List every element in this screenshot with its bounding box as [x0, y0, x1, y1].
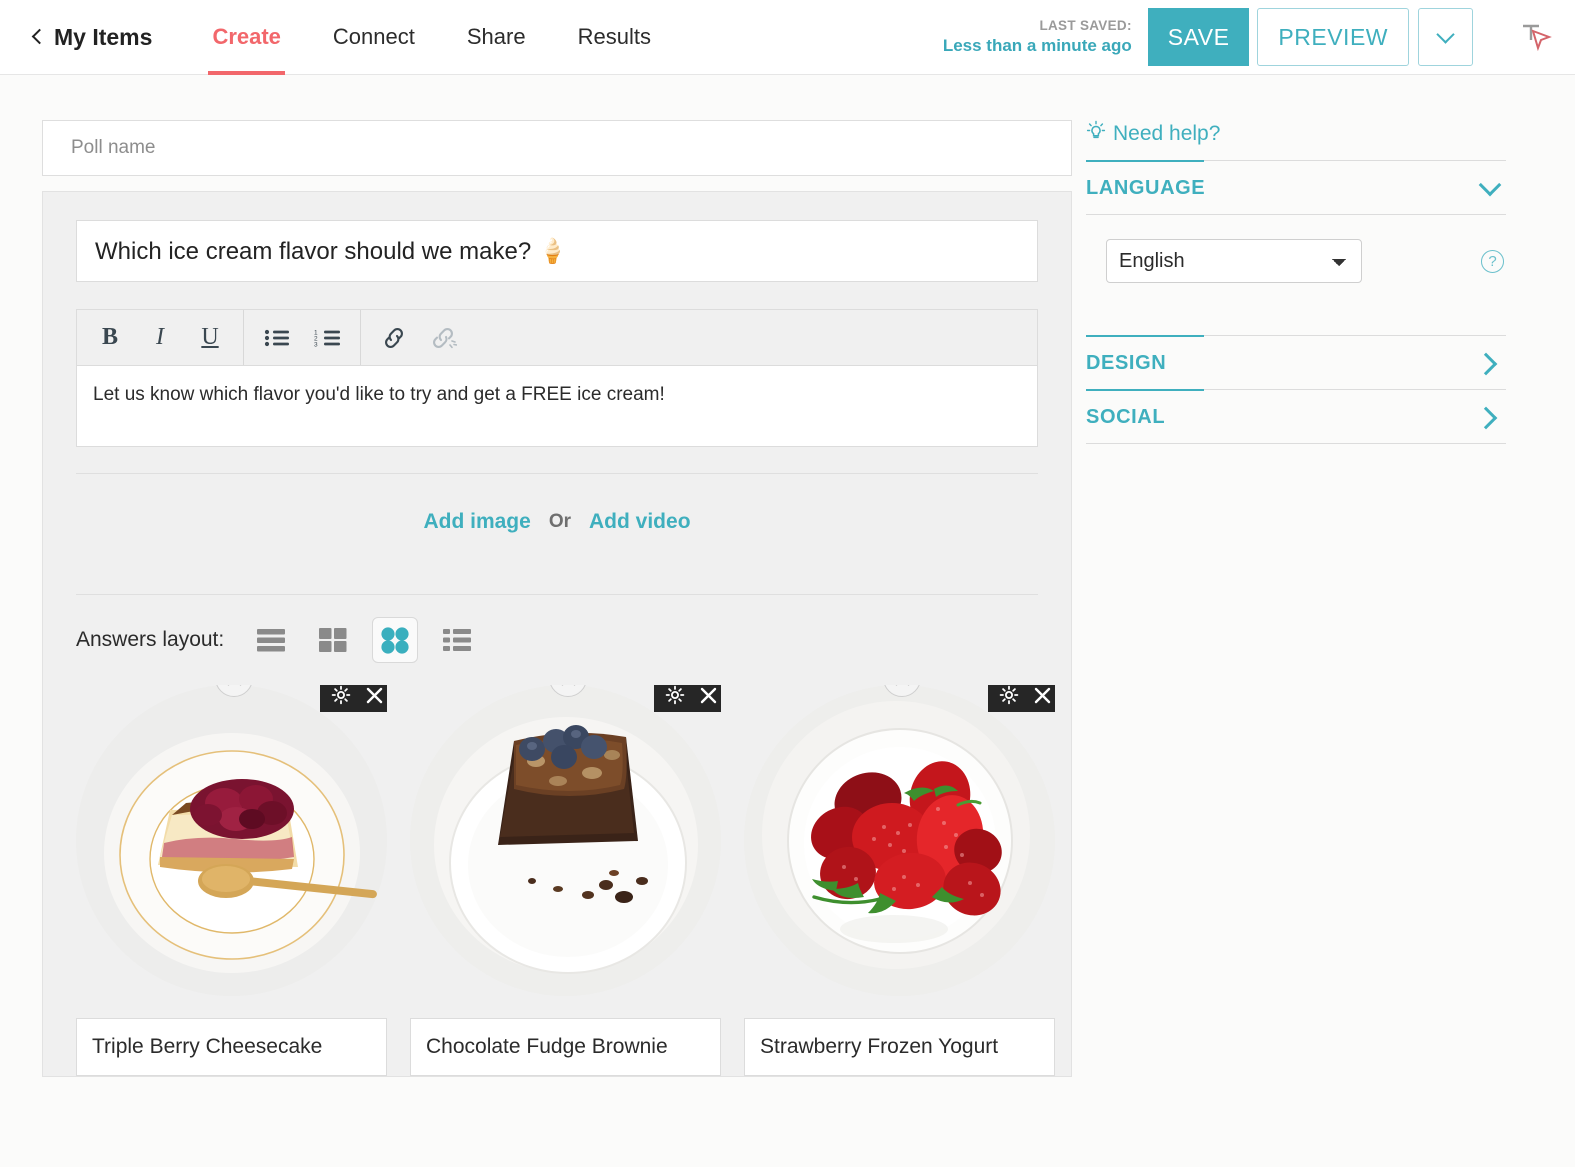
sidebar-section-social-title: SOCIAL — [1086, 406, 1166, 428]
need-help-link[interactable]: Need help? — [1086, 120, 1506, 160]
close-icon[interactable] — [699, 686, 718, 705]
rich-text-toolbar: B I U 1 2 3 — [76, 309, 1038, 365]
sidebar-section-design: DESIGN — [1086, 335, 1506, 389]
answer-image[interactable] — [410, 685, 721, 996]
add-media-row: Add image Or Add video — [76, 474, 1038, 568]
last-saved-value: Less than a minute ago — [942, 35, 1132, 55]
answer-image[interactable] — [744, 685, 1055, 996]
question-input[interactable] — [76, 220, 1038, 282]
chevron-down-icon — [1478, 173, 1502, 196]
answers-layout-label: Answers layout: — [76, 628, 225, 651]
top-bar: My Items Create Connect Share Results LA… — [0, 0, 1575, 75]
tab-results[interactable]: Results — [552, 0, 677, 75]
sidebar-section-social: SOCIAL — [1086, 389, 1506, 443]
gear-icon[interactable] — [999, 685, 1019, 705]
answer-image-wrap — [76, 685, 387, 996]
back-label: My Items — [54, 23, 153, 50]
save-button[interactable]: SAVE — [1147, 8, 1250, 66]
sidebar-section-design-header[interactable]: DESIGN — [1086, 336, 1506, 389]
tab-connect-label: Connect — [332, 24, 415, 49]
description-editor[interactable]: Let us know which flavor you'd like to t… — [76, 365, 1038, 447]
page-body: B I U — [0, 75, 1575, 1077]
sidebar-section-design-title: DESIGN — [1086, 352, 1167, 374]
answer-image-tools — [654, 685, 721, 712]
last-saved-label: LAST SAVED: — [1039, 17, 1132, 33]
text-cursor-pointer-icon[interactable] — [1519, 19, 1553, 56]
gear-icon[interactable] — [331, 685, 351, 705]
close-icon[interactable] — [1033, 686, 1052, 705]
back-to-my-items[interactable]: My Items — [31, 23, 153, 51]
layout-option-grid-squares[interactable] — [310, 617, 356, 663]
tab-connect[interactable]: Connect — [307, 0, 441, 75]
rich-text-editor: B I U 1 2 3 Let us know which flavor you… — [76, 309, 1038, 447]
help-question-icon[interactable]: ? — [1481, 249, 1504, 273]
add-image-link[interactable]: Add image — [423, 510, 530, 534]
answer-card: Triple Berry Cheesecake — [76, 685, 387, 1076]
sidebar-section-language-title: LANGUAGE — [1086, 177, 1206, 199]
unlink-icon[interactable] — [419, 316, 469, 360]
numbered-list-icon[interactable]: 1 2 3 — [302, 316, 352, 360]
sidebar-footer-divider — [1086, 443, 1506, 444]
answer-image[interactable] — [76, 685, 387, 996]
answer-image-tools — [320, 685, 387, 712]
sidebar-section-language-header[interactable]: LANGUAGE — [1086, 161, 1506, 214]
answer-image-tools — [988, 685, 1055, 712]
chevron-right-icon — [1474, 406, 1498, 429]
nav-tabs: Create Connect Share Results — [186, 0, 677, 75]
tab-results-label: Results — [577, 24, 651, 49]
gear-icon[interactable] — [665, 685, 685, 705]
more-actions-button[interactable] — [1418, 8, 1473, 66]
bold-icon[interactable]: B — [85, 316, 135, 360]
answer-image-wrap — [410, 685, 721, 996]
link-icon[interactable] — [369, 316, 419, 360]
answers-layout-selector: Answers layout: — [76, 595, 1038, 679]
tab-share[interactable]: Share — [441, 0, 552, 75]
tab-create-label: Create — [212, 24, 281, 49]
answer-label-input[interactable]: Chocolate Fudge Brownie — [410, 1018, 721, 1076]
or-label: Or — [548, 511, 572, 532]
sidebar-section-social-header[interactable]: SOCIAL — [1086, 390, 1506, 443]
chevron-right-icon — [1474, 352, 1498, 375]
answer-image-wrap — [744, 685, 1055, 996]
answer-label-input[interactable]: Strawberry Frozen Yogurt — [744, 1018, 1055, 1076]
italic-icon[interactable]: I — [135, 316, 185, 360]
top-bar-actions: LAST SAVED: Less than a minute ago SAVE … — [943, 8, 1553, 66]
editor-column: B I U — [0, 120, 1072, 1077]
chevron-down-icon — [1436, 24, 1455, 44]
last-saved-status: LAST SAVED: Less than a minute ago — [943, 18, 1132, 56]
preview-button[interactable]: PREVIEW — [1257, 8, 1409, 66]
chevron-left-icon — [31, 28, 48, 45]
need-help-label: Need help? — [1113, 122, 1221, 145]
layout-option-grid-circles[interactable] — [372, 617, 419, 663]
tab-share-label: Share — [466, 24, 526, 49]
answer-card: Strawberry Frozen Yogurt — [744, 685, 1055, 1076]
poll-name-input[interactable] — [42, 120, 1072, 176]
answer-card: Chocolate Fudge Brownie — [410, 685, 721, 1076]
question-edit-panel: B I U — [42, 191, 1072, 1077]
svg-text:3: 3 — [314, 341, 318, 348]
layout-option-list[interactable] — [434, 617, 480, 663]
tab-create[interactable]: Create — [186, 0, 306, 75]
add-video-link[interactable]: Add video — [589, 510, 691, 534]
sidebar-section-language: LANGUAGE English ? — [1086, 160, 1506, 335]
answer-cards: Triple Berry Cheesecake Chocolate Fudge … — [76, 679, 1055, 1076]
underline-icon[interactable]: U — [185, 316, 235, 360]
settings-sidebar: Need help? LANGUAGE English ? DESIGN SOC… — [1072, 120, 1542, 1077]
bullet-list-icon[interactable] — [252, 316, 302, 360]
lightbulb-icon — [1086, 120, 1106, 148]
language-select[interactable]: English — [1106, 239, 1362, 283]
language-settings-body: English ? — [1086, 214, 1506, 335]
answer-label-input[interactable]: Triple Berry Cheesecake — [76, 1018, 387, 1076]
close-icon[interactable] — [365, 686, 384, 705]
layout-option-stacked-bars[interactable] — [248, 617, 294, 663]
